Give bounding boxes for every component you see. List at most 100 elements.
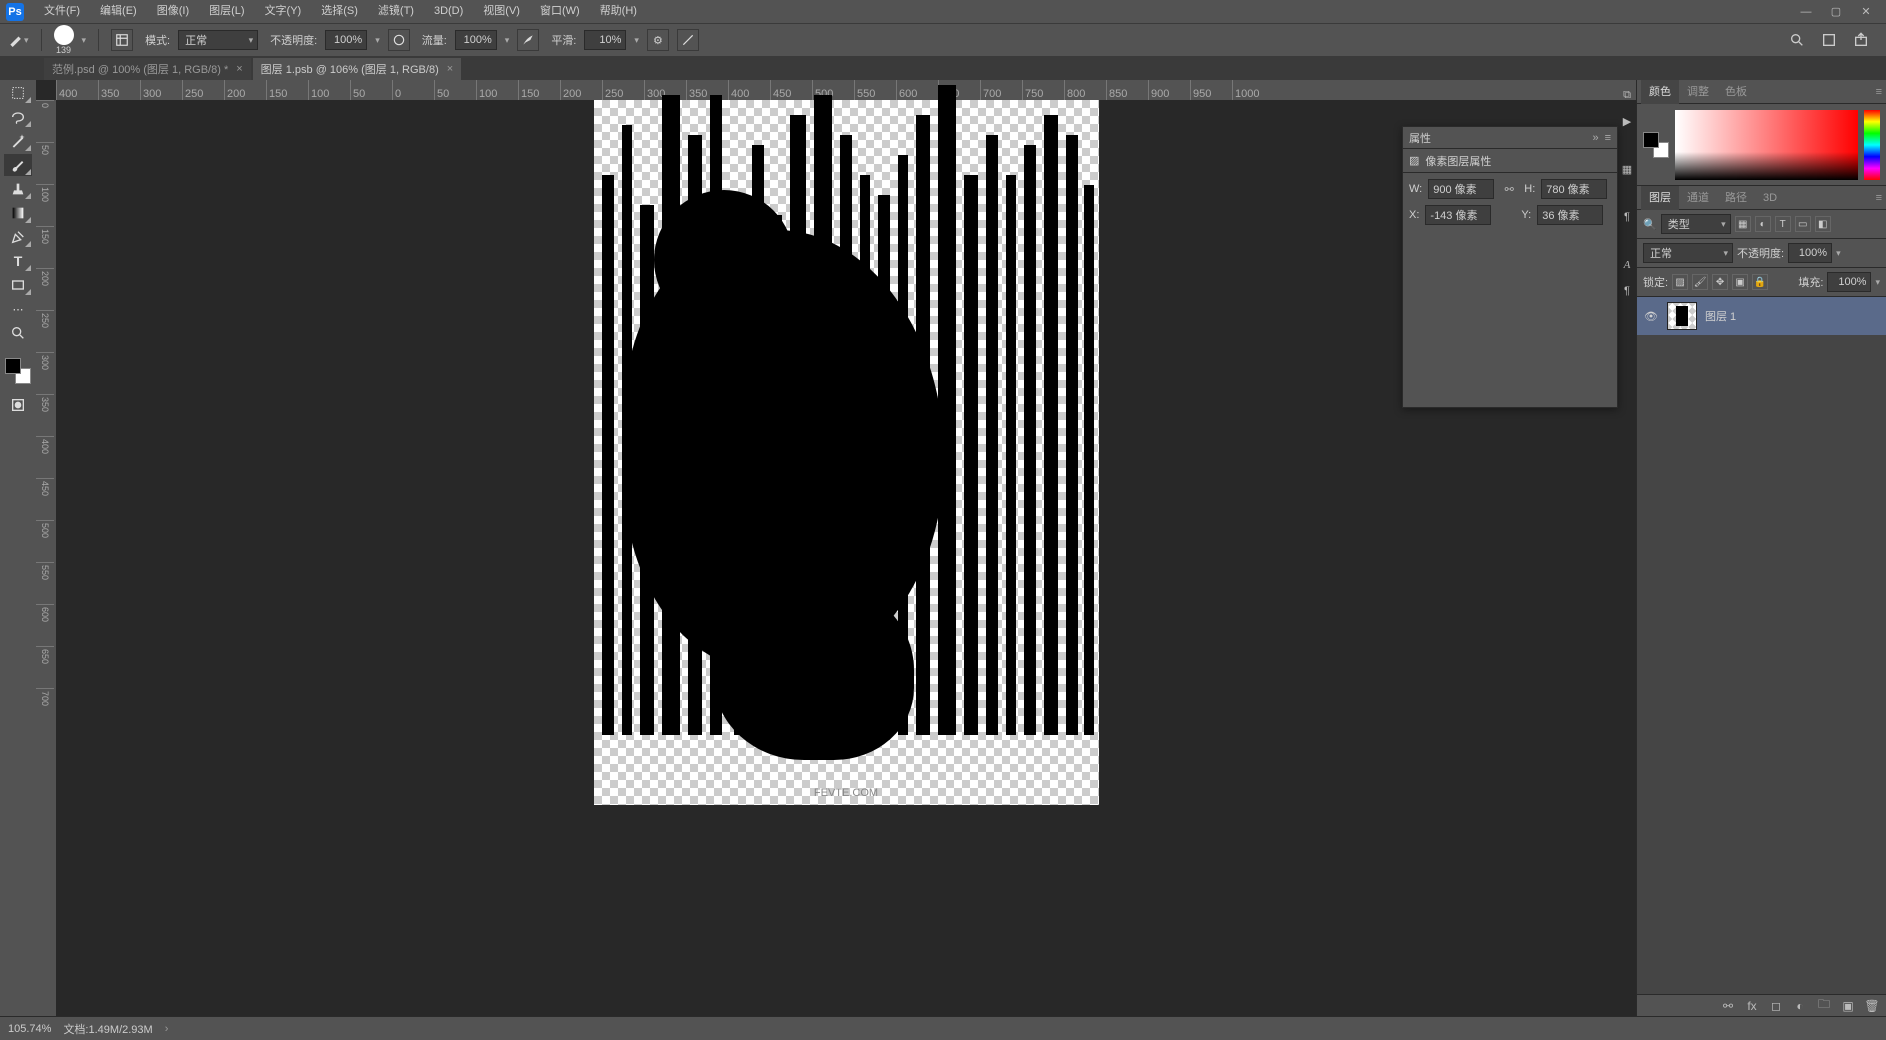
menu-help[interactable]: 帮助(H) <box>590 0 647 23</box>
layer-thumbnail[interactable] <box>1667 302 1697 330</box>
frame-icon[interactable] <box>1818 30 1840 50</box>
filter-shape-icon[interactable]: ▭ <box>1795 216 1811 232</box>
filter-icon[interactable]: 🔍 <box>1643 218 1657 231</box>
tab-3d[interactable]: 3D <box>1755 186 1785 210</box>
lock-transparent-icon[interactable]: ▨ <box>1672 274 1688 290</box>
delete-layer-icon[interactable]: 🗑 <box>1864 998 1880 1014</box>
menu-edit[interactable]: 编辑(E) <box>90 0 147 23</box>
width-input[interactable]: 900 像素 <box>1428 179 1494 199</box>
layer-mask-icon[interactable]: ◻ <box>1768 998 1784 1014</box>
layer-filter-dropdown[interactable]: 类型 <box>1661 214 1731 234</box>
lock-all-icon[interactable]: 🔒 <box>1752 274 1768 290</box>
document-tab-2[interactable]: 图层 1.psb @ 106% (图层 1, RGB/8) × <box>253 58 462 80</box>
flow-input[interactable]: 100% <box>455 30 497 50</box>
paragraph-icon[interactable]: ¶ <box>1618 208 1636 226</box>
menu-type[interactable]: 文字(Y) <box>255 0 312 23</box>
artboard[interactable]: FEVTE.COM <box>594 100 1099 805</box>
statusbar-menu-icon[interactable]: › <box>165 1023 169 1035</box>
zoom-tool[interactable] <box>4 322 32 344</box>
share-icon[interactable] <box>1850 30 1872 50</box>
maximize-button[interactable]: ▢ <box>1826 5 1846 19</box>
brush-tool[interactable] <box>4 154 32 176</box>
height-input[interactable]: 780 像素 <box>1541 179 1607 199</box>
lock-artboard-icon[interactable]: ▣ <box>1732 274 1748 290</box>
rectangle-tool[interactable] <box>4 274 32 296</box>
pen-tool[interactable] <box>4 226 32 248</box>
color-swatches[interactable] <box>5 358 31 384</box>
close-tab-icon[interactable]: × <box>447 63 453 75</box>
tab-layers[interactable]: 图层 <box>1641 186 1679 210</box>
document-info[interactable]: 文档:1.49M/2.93M <box>63 1021 152 1037</box>
history-icon[interactable]: ⧉ <box>1618 86 1636 104</box>
menu-image[interactable]: 图像(I) <box>147 0 199 23</box>
quick-mask-toggle[interactable] <box>4 394 32 416</box>
lock-paint-icon[interactable]: 🖌 <box>1692 274 1708 290</box>
move-tool[interactable] <box>4 82 32 104</box>
layer-list[interactable]: 👁 图层 1 <box>1637 297 1886 994</box>
tool-preset-icon[interactable]: ▾ <box>8 33 29 47</box>
opacity-input[interactable]: 100% <box>325 30 367 50</box>
y-input[interactable]: 36 像素 <box>1537 205 1603 225</box>
collapse-icon[interactable]: » <box>1592 132 1598 144</box>
layer-row[interactable]: 👁 图层 1 <box>1637 297 1886 335</box>
foreground-color-swatch[interactable] <box>5 358 21 374</box>
new-layer-icon[interactable]: ▣ <box>1840 998 1856 1014</box>
properties-panel[interactable]: 属性 »≡ ▨ 像素图层属性 W: 900 像素 ⚯ H: 780 像素 X: … <box>1402 126 1618 408</box>
tab-swatches[interactable]: 色板 <box>1717 80 1755 104</box>
link-wh-icon[interactable]: ⚯ <box>1500 180 1518 198</box>
search-icon[interactable] <box>1786 30 1808 50</box>
zoom-level[interactable]: 105.74% <box>8 1023 51 1035</box>
filter-pixel-icon[interactable]: ▦ <box>1735 216 1751 232</box>
smoothing-options-icon[interactable]: ⚙ <box>647 29 669 51</box>
menu-layer[interactable]: 图层(L) <box>199 0 254 23</box>
minimize-button[interactable]: — <box>1796 5 1816 19</box>
gradient-tool[interactable] <box>4 202 32 224</box>
filter-type-icon[interactable]: T <box>1775 216 1791 232</box>
panel-menu-icon[interactable]: ≡ <box>1876 86 1882 98</box>
glyphs-icon[interactable]: ¶ <box>1618 282 1636 300</box>
color-swatches-mini[interactable] <box>1643 132 1669 158</box>
tab-channels[interactable]: 通道 <box>1679 186 1717 210</box>
character-icon[interactable]: A <box>1618 256 1636 274</box>
link-layers-icon[interactable]: ⚯ <box>1720 998 1736 1014</box>
menu-view[interactable]: 视图(V) <box>473 0 530 23</box>
blend-mode-dropdown[interactable]: 正常 <box>178 30 258 50</box>
tab-adjustments[interactable]: 调整 <box>1679 80 1717 104</box>
brush-preview[interactable]: 139 <box>54 25 74 55</box>
more-tools[interactable]: ⋯ <box>4 298 32 320</box>
airbrush-icon[interactable] <box>517 29 539 51</box>
pressure-size-icon[interactable] <box>677 29 699 51</box>
document-tab-1[interactable]: 范例.psd @ 100% (图层 1, RGB/8) * × <box>44 58 251 80</box>
close-tab-icon[interactable]: × <box>236 63 242 75</box>
visibility-toggle[interactable]: 👁 <box>1643 310 1659 323</box>
layer-fill-input[interactable]: 100% <box>1827 272 1871 292</box>
menu-file[interactable]: 文件(F) <box>34 0 90 23</box>
ruler-vertical[interactable]: 0501001502002503003504004505005506006507… <box>36 100 56 1016</box>
ruler-horizontal[interactable]: 4003503002502001501005005010015020025030… <box>56 80 1636 100</box>
play-icon[interactable]: ▶ <box>1618 112 1636 130</box>
lock-position-icon[interactable]: ✥ <box>1712 274 1728 290</box>
canvas-viewport[interactable]: FEVTE.COM <box>56 100 1636 1016</box>
properties-header[interactable]: 属性 »≡ <box>1403 127 1617 149</box>
blend-mode-layer-dropdown[interactable]: 正常 <box>1643 243 1733 263</box>
filter-smart-icon[interactable]: ◧ <box>1815 216 1831 232</box>
tab-paths[interactable]: 路径 <box>1717 186 1755 210</box>
hue-slider[interactable] <box>1864 110 1880 180</box>
brush-panel-toggle[interactable] <box>111 29 133 51</box>
brushes-icon[interactable]: ▦ <box>1618 160 1636 178</box>
tab-color[interactable]: 颜色 <box>1641 80 1679 104</box>
filter-adjust-icon[interactable]: ◐ <box>1755 216 1771 232</box>
panel-menu-icon[interactable]: ≡ <box>1876 192 1882 204</box>
close-button[interactable]: ✕ <box>1856 5 1876 19</box>
menu-3d[interactable]: 3D(D) <box>424 0 473 23</box>
x-input[interactable]: -143 像素 <box>1425 205 1491 225</box>
clone-stamp-tool[interactable] <box>4 178 32 200</box>
layer-style-icon[interactable]: fx <box>1744 998 1760 1014</box>
smoothing-input[interactable]: 10% <box>584 30 626 50</box>
menu-filter[interactable]: 滤镜(T) <box>368 0 424 23</box>
lasso-tool[interactable] <box>4 106 32 128</box>
pressure-opacity-icon[interactable] <box>388 29 410 51</box>
layer-opacity-input[interactable]: 100% <box>1788 243 1832 263</box>
group-icon[interactable]: 🗀 <box>1816 998 1832 1014</box>
layer-name[interactable]: 图层 1 <box>1705 308 1736 324</box>
